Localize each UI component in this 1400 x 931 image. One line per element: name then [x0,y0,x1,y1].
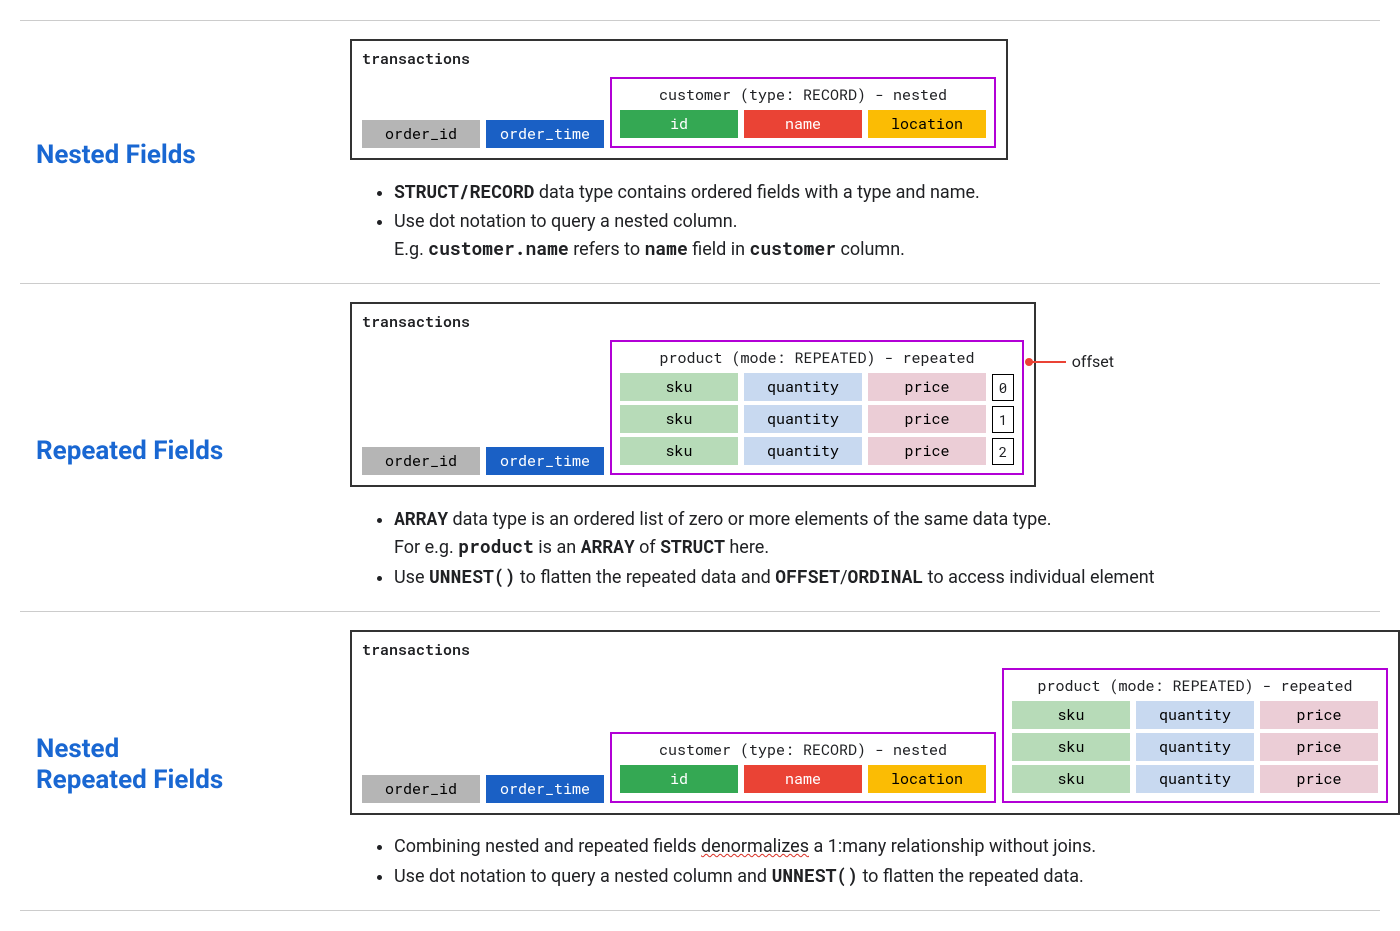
offset-2: 2 [992,438,1014,465]
bullet: STRUCT/RECORD data type contains ordered… [394,178,1380,206]
rep-sku: sku [620,405,738,433]
section-nested-repeated: NestedRepeated Fields transactions order… [20,611,1380,911]
rep-sku: sku [1012,733,1130,761]
section-title: Repeated Fields [36,436,223,467]
repeated-row: sku quantity price [1012,701,1378,729]
right-col: transactions order_id order_time product… [350,302,1380,601]
rep-sku: sku [620,437,738,465]
rep-price: price [868,405,986,433]
transactions-box: transactions order_id order_time custome… [350,39,1008,160]
table-row: order_id order_time product (mode: REPEA… [362,340,1024,475]
nested-id: id [620,765,738,793]
bullet-list: STRUCT/RECORD data type contains ordered… [376,178,1380,263]
bullet: Use dot notation to query a nested colum… [394,862,1400,890]
bullet-list: ARRAY data type is an ordered list of ze… [376,505,1380,591]
left-col: Repeated Fields [20,302,330,601]
rep-price: price [1260,733,1378,761]
rep-qty: quantity [744,405,862,433]
rep-sku: sku [620,373,738,401]
rep-sku: sku [1012,765,1130,793]
col-order-id: order_id [362,447,480,475]
rep-qty: quantity [744,373,862,401]
repeated-row: sku quantity price [1012,733,1378,761]
rep-qty: quantity [1136,765,1254,793]
repeated-product: product (mode: REPEATED) - repeated sku … [610,340,1024,475]
bullet: ARRAY data type is an ordered list of ze… [394,505,1380,561]
table-title: transactions [362,312,1024,332]
section-title: Nested Fields [36,140,196,171]
rep-price: price [868,437,986,465]
rep-qty: quantity [1136,733,1254,761]
table-title: transactions [362,49,996,69]
callout-dot-icon [1025,358,1033,366]
bullet-list: Combining nested and repeated fields den… [376,833,1400,890]
bullet: Combining nested and repeated fields den… [394,833,1400,860]
col-order-id: order_id [362,120,480,148]
nested-location: location [868,765,986,793]
repeated-caption: product (mode: REPEATED) - repeated [620,348,1014,368]
nested-location: location [868,110,986,138]
nested-name: name [744,765,862,793]
repeated-stack: sku quantity price 0 sku quantity price … [620,373,1014,465]
repeated-row: sku quantity price 0 [620,373,1014,401]
table-title: transactions [362,640,1388,660]
transactions-box: transactions order_id order_time custome… [350,630,1400,815]
nested-customer: customer (type: RECORD) - nested id name… [610,77,996,148]
rep-qty: quantity [1136,701,1254,729]
nested-name: name [744,110,862,138]
rep-price: price [1260,701,1378,729]
right-col: transactions order_id order_time custome… [350,630,1400,900]
offset-1: 1 [992,406,1014,433]
offset-callout: offset [1030,352,1114,371]
table-row: order_id order_time customer (type: RECO… [362,668,1388,803]
section-title: NestedRepeated Fields [36,734,223,796]
repeated-product: product (mode: REPEATED) - repeated sku … [1002,668,1388,803]
repeated-row: sku quantity price 2 [620,437,1014,465]
nested-caption: customer (type: RECORD) - nested [620,85,986,105]
repeated-caption: product (mode: REPEATED) - repeated [1012,676,1378,696]
col-order-time: order_time [486,447,604,475]
repeated-stack: sku quantity price sku quantity price sk… [1012,701,1378,793]
rep-sku: sku [1012,701,1130,729]
offset-0: 0 [992,374,1014,401]
section-repeated: Repeated Fields transactions order_id or… [20,283,1380,611]
rep-price: price [1260,765,1378,793]
rep-qty: quantity [744,437,862,465]
transactions-box: transactions order_id order_time product… [350,302,1036,487]
offset-label: offset [1072,352,1114,371]
repeated-row: sku quantity price 1 [620,405,1014,433]
col-order-time: order_time [486,775,604,803]
col-order-time: order_time [486,120,604,148]
nested-customer: customer (type: RECORD) - nested id name… [610,732,996,803]
nested-caption: customer (type: RECORD) - nested [620,740,986,760]
left-col: NestedRepeated Fields [20,630,330,900]
section-nested: Nested Fields transactions order_id orde… [20,20,1380,283]
rep-price: price [868,373,986,401]
col-order-id: order_id [362,775,480,803]
table-row: order_id order_time customer (type: RECO… [362,77,996,148]
nested-row: id name location [620,110,986,138]
callout-line-icon [1030,361,1066,363]
bullet: Use dot notation to query a nested colum… [394,208,1380,263]
right-col: transactions order_id order_time custome… [350,39,1380,273]
bullet: Use UNNEST() to flatten the repeated dat… [394,563,1380,591]
nested-row: id name location [620,765,986,793]
left-col: Nested Fields [20,39,330,273]
repeated-row: sku quantity price [1012,765,1378,793]
nested-id: id [620,110,738,138]
